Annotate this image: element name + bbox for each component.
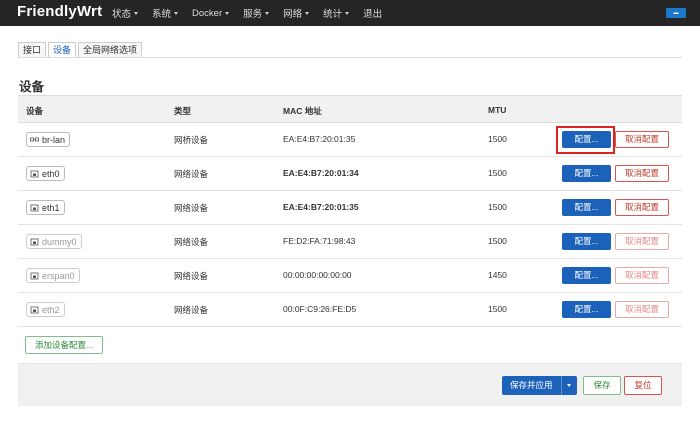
mac-address: EA:E4:B7:20:01:35 [283,202,359,212]
unconfigure-button[interactable]: 取消配置 [615,267,669,284]
mtu-value: 1500 [488,168,507,178]
table-body: br-lan 网桥设备 EA:E4:B7:20:01:35 1500 配置... 取消配置… [18,123,682,327]
save-apply-button[interactable]: 保存并应用 [502,376,561,395]
menu-item-3[interactable]: 服务 [243,6,270,20]
table-row: dummy0 网络设备 FE:D2:FA:71:98:43 1500 配置... 取消配置 [18,225,682,259]
configure-button[interactable]: 配置... [562,131,611,148]
configure-button[interactable]: 配置... [562,301,611,318]
menu-item-1[interactable]: 系统 [152,6,179,20]
unconfigure-button[interactable]: 取消配置 [615,233,669,250]
chevron-down-icon [134,11,139,15]
mac-address: 00:00:00:00:00:00 [283,270,352,280]
mtu-value: 1450 [488,270,507,280]
tab-2[interactable]: 全局网络选项 [78,42,143,58]
device-type: 网络设备 [174,271,209,281]
ethernet-icon [30,204,39,212]
table-row: br-lan 网桥设备 EA:E4:B7:20:01:35 1500 配置... 取消配置 [18,123,682,157]
chevron-down-icon [174,11,179,15]
ethernet-icon [30,306,39,314]
save-button[interactable]: 保存 [583,376,621,395]
configure-button[interactable]: 配置... [562,233,611,250]
chevron-down-icon [567,384,572,387]
menu-item-5[interactable]: 统计 [323,6,350,20]
tab-divider [18,57,682,58]
device-badge: br-lan [26,132,71,147]
ethernet-icon [30,238,39,246]
menu-item-2[interactable]: Docker [192,7,230,19]
device-name: erspan0 [42,270,75,281]
action-footer: 保存并应用 保存 复位 [18,363,682,406]
table-row: eth0 网络设备 EA:E4:B7:20:01:34 1500 配置... 取消配置 [18,157,682,191]
device-badge: eth2 [26,302,65,317]
tab-bar: 接口 设备 全局网络选项 [18,42,144,58]
chevron-down-icon [345,11,350,15]
mac-address: FE:D2:FA:71:98:43 [283,236,356,246]
tab-0[interactable]: 接口 [18,42,47,58]
device-name: eth1 [42,202,60,213]
unconfigure-button[interactable]: 取消配置 [615,301,669,318]
device-badge: eth1 [26,200,65,215]
device-name: br-lan [42,134,66,145]
top-navbar: FriendlyWrt 状态 系统 Docker 服务 网络 统计 退出 ▬ [0,0,700,26]
header-device: 设备 [26,106,44,116]
bridge-icon [30,136,39,144]
chevron-down-icon [265,11,270,15]
menu-item-0[interactable]: 状态 [112,6,139,20]
section-title: 设备 [19,80,45,94]
menu-item-label: 统计 [323,9,343,20]
menu-item-label: Docker [192,7,223,19]
mtu-value: 1500 [488,236,507,246]
menu-item-6[interactable]: 退出 [363,6,382,20]
header-mtu: MTU [488,105,507,115]
mtu-value: 1500 [488,304,507,314]
mtu-value: 1500 [488,202,507,212]
device-badge: erspan0 [26,268,80,283]
tab-1[interactable]: 设备 [48,42,77,58]
main-menu: 状态 系统 Docker 服务 网络 统计 退出 [112,0,396,26]
device-badge: dummy0 [26,234,82,249]
ethernet-icon [30,272,39,280]
devices-table: 设备 类型 MAC 地址 MTU br-lan 网桥设备 EA:E4:B7:20:0… [18,95,682,327]
menu-item-4[interactable]: 网络 [283,6,310,20]
table-row: eth1 网络设备 EA:E4:B7:20:01:35 1500 配置... 取消配置 [18,191,682,225]
header-type: 类型 [174,106,192,116]
table-header: 设备 类型 MAC 地址 MTU [18,95,682,123]
menu-item-label: 状态 [112,9,132,20]
chevron-down-icon [225,11,230,15]
chevron-down-icon [305,11,310,15]
configure-button[interactable]: 配置... [562,267,611,284]
unconfigure-button[interactable]: 取消配置 [615,131,669,148]
device-name: eth0 [42,168,60,179]
device-name: eth2 [42,304,60,315]
menu-item-label: 网络 [283,9,303,20]
device-type: 网络设备 [174,305,209,315]
header-mac: MAC 地址 [283,106,322,116]
ethernet-icon [30,170,39,178]
mtu-value: 1500 [488,134,507,144]
device-type: 网桥设备 [174,135,209,145]
menu-item-label: 系统 [152,9,172,20]
device-type: 网络设备 [174,203,209,213]
configure-button[interactable]: 配置... [562,199,611,216]
device-type: 网络设备 [174,169,209,179]
device-name: dummy0 [42,236,77,247]
add-device-config-button[interactable]: 添加设备配置... [25,336,104,354]
menu-item-label: 服务 [243,9,263,20]
status-indicator-icon[interactable]: ▬ [666,8,686,18]
brand-logo[interactable]: FriendlyWrt [17,3,102,20]
unconfigure-button[interactable]: 取消配置 [615,199,669,216]
table-row: erspan0 网络设备 00:00:00:00:00:00 1450 配置... 取消配… [18,259,682,293]
save-apply-dropdown[interactable] [560,376,577,395]
mac-address: EA:E4:B7:20:01:34 [283,168,359,178]
save-apply-group: 保存并应用 [502,376,577,395]
menu-item-label: 退出 [363,9,383,20]
device-badge: eth0 [26,166,65,181]
table-row: eth2 网络设备 00:0F:C9:26:FE:D5 1500 配置... 取消配置 [18,293,682,327]
device-type: 网络设备 [174,237,209,247]
reset-button[interactable]: 复位 [624,376,662,395]
mac-address: EA:E4:B7:20:01:35 [283,134,356,144]
unconfigure-button[interactable]: 取消配置 [615,165,669,182]
configure-button[interactable]: 配置... [562,165,611,182]
mac-address: 00:0F:C9:26:FE:D5 [283,304,357,314]
